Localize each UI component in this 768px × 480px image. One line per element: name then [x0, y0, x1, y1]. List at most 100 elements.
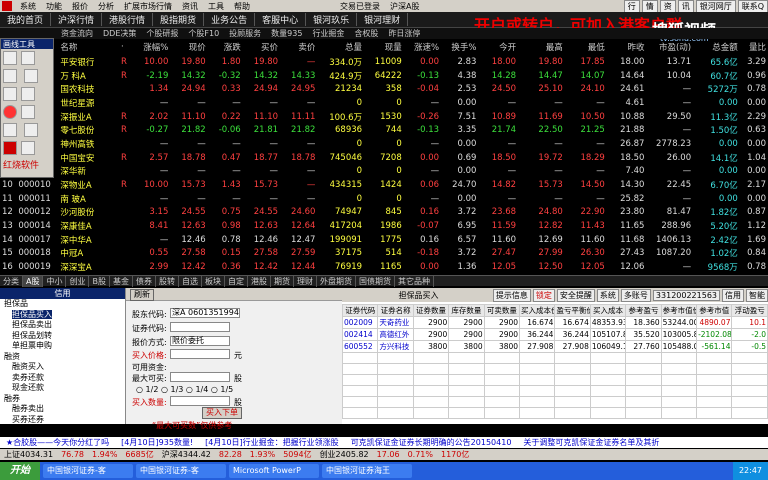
column-header[interactable]: 涨跌	[208, 40, 243, 54]
tree-item[interactable]: 融资	[0, 352, 125, 363]
nav-finance[interactable]: 银河理财	[357, 13, 409, 26]
menu-tools[interactable]: 工具	[203, 1, 229, 12]
lock-button[interactable]: 锁定	[532, 288, 555, 302]
account-select[interactable]: 深A 0601351994	[170, 308, 240, 318]
sub-tab[interactable]: 数量935	[266, 28, 307, 39]
online-hall-button[interactable]: 银河网厅	[695, 0, 736, 13]
quote-button[interactable]: 行	[623, 0, 640, 13]
qty-input[interactable]	[170, 396, 230, 406]
position-row[interactable]: 002009 天奇药业 2900 2900 2900 16.674 16.674 48353.…	[341, 316, 768, 329]
task-item[interactable]: 中国银河证券-客	[136, 464, 226, 478]
start-button[interactable]: 开始	[0, 462, 40, 480]
nav-futures[interactable]: 股指期货	[153, 13, 205, 26]
ratio-third[interactable]: 1/3	[170, 385, 183, 394]
positions-column-header[interactable]: 可卖数量	[483, 304, 521, 317]
text-icon[interactable]	[3, 123, 17, 137]
market-tab[interactable]: 分类	[0, 275, 23, 287]
sub-tab[interactable]: DDE决策	[98, 28, 141, 39]
rect-icon[interactable]	[21, 87, 35, 101]
market-tab[interactable]: 基金	[110, 275, 133, 287]
tree-item[interactable]: 担保品划转	[0, 331, 125, 342]
column-header[interactable]: 现量	[364, 40, 404, 54]
column-header[interactable]: 现价	[170, 40, 207, 54]
positions-column-header[interactable]: 参考市值价格	[660, 304, 698, 317]
quote-row[interactable]: 1000001平安银行R10.0019.801.8019.80—334.0万11…	[0, 55, 768, 69]
quote-row[interactable]: 7000007神州高铁—————00—0.00———26.872778.230.…	[0, 137, 768, 151]
quote-row[interactable]: 8000008中国宝安R2.5718.780.4718.7718.7874504…	[0, 151, 768, 165]
account-number[interactable]: 331200221563	[652, 289, 720, 301]
market-tab[interactable]: 自定	[225, 275, 248, 287]
market-tab[interactable]: 自选	[179, 275, 202, 287]
positions-column-header[interactable]: 参考市值	[696, 304, 733, 317]
sub-tab[interactable]: 投顾服务	[224, 28, 266, 39]
ray-icon[interactable]	[23, 69, 38, 83]
sub-tab[interactable]: 个股F10	[183, 28, 224, 39]
quote-row[interactable]: 14 000017 深中华A — 12.46 0.78 12.46 12.47 199091 17…	[0, 233, 768, 247]
tree-item[interactable]: 融券	[0, 394, 125, 405]
menu-function[interactable]: 功能	[41, 1, 67, 12]
ratio-options[interactable]: ○ 1/2 ○ 1/3 ○ 1/4 ○ 1/5	[136, 385, 233, 394]
circle-icon[interactable]	[3, 105, 17, 119]
quote-button-2[interactable]: 情	[641, 0, 658, 13]
close-icon[interactable]	[21, 51, 35, 65]
save-icon[interactable]	[23, 123, 38, 137]
column-header[interactable]: 最高	[518, 40, 565, 54]
column-header[interactable]: 今开	[478, 40, 518, 54]
hint-button[interactable]: 提示信息	[492, 288, 531, 302]
arrow-icon[interactable]	[3, 87, 17, 101]
market-tab[interactable]: B股	[89, 275, 110, 287]
menu-system[interactable]: 系统	[15, 1, 41, 12]
column-header[interactable]: 换手%	[441, 40, 478, 54]
tree-item[interactable]: 现金还款	[0, 383, 125, 394]
positions-column-header[interactable]: 浮动盈亏	[731, 304, 768, 317]
account-type[interactable]: 信用	[722, 288, 744, 302]
menu-analysis[interactable]: 分析	[93, 1, 119, 12]
column-header[interactable]: 昨收	[607, 40, 647, 54]
nav-notice[interactable]: 业务公告	[204, 13, 256, 26]
account-name[interactable]: 智能	[746, 288, 768, 302]
column-header[interactable]: 名称	[58, 40, 119, 54]
menu-help[interactable]: 帮助	[229, 1, 255, 12]
delete-icon[interactable]	[21, 141, 35, 155]
sub-tab[interactable]: 资金流向	[56, 28, 98, 39]
color-icon[interactable]	[3, 141, 17, 155]
ticker-item[interactable]: 关于调整可克凯保证金证券名单及其折	[517, 437, 665, 448]
market-tab[interactable]: 理财	[294, 275, 317, 287]
tree-item[interactable]: 担保品	[0, 299, 125, 310]
market-tab[interactable]: 外盘期货	[317, 275, 356, 287]
market-tab[interactable]: 板块	[202, 275, 225, 287]
market-tab[interactable]: 创业	[66, 275, 90, 287]
sub-tab[interactable]: 含权股	[349, 28, 383, 39]
menu-news[interactable]: 资讯	[177, 1, 203, 12]
line-icon[interactable]	[3, 69, 17, 83]
type-select[interactable]: 限价委托	[170, 336, 230, 346]
quote-row[interactable]: 9000009深华新—————00—0.00———7.40—0.000.00	[0, 165, 768, 179]
news-button[interactable]: 资	[659, 0, 676, 13]
tree-item[interactable]: 单担票申购	[0, 341, 125, 352]
positions-column-header[interactable]: 参考盈亏	[625, 304, 662, 317]
tree-item[interactable]: 担保品买入	[0, 309, 125, 321]
task-item[interactable]: 中国银河证券海王	[322, 464, 412, 478]
quote-row[interactable]: 16 000019 深深宝A 2.99 12.42 0.36 12.42 12.44 76919…	[0, 260, 768, 274]
column-header[interactable]: 买价	[243, 40, 280, 54]
menu-extended[interactable]: 扩展市场行情	[119, 1, 177, 12]
system-button[interactable]: 系统	[596, 288, 619, 302]
market-tab[interactable]: A股	[23, 275, 44, 287]
tree-item[interactable]: 买券还券	[0, 415, 125, 426]
market-tab[interactable]: 债券	[133, 275, 156, 287]
column-header[interactable]: ·	[119, 40, 131, 54]
column-header[interactable]: 最低	[565, 40, 607, 54]
refresh-button[interactable]: 刷新	[130, 289, 154, 301]
positions-column-header[interactable]: 买入成本	[589, 304, 627, 317]
ticker-item[interactable]: [4月10日]行业掘金：把握行业领涨股	[199, 437, 345, 448]
ratio-half[interactable]: 1/2	[146, 385, 159, 394]
market-tab[interactable]: 港股	[248, 275, 271, 287]
positions-column-header[interactable]: 证券代码	[341, 304, 379, 317]
quote-row[interactable]: 5000005深振业AR2.0211.100.2211.1011.11100.6…	[0, 110, 768, 124]
quote-row[interactable]: 6000006零七股份R-0.2721.82-0.0621.8121.82689…	[0, 123, 768, 137]
tree-item[interactable]: 融券卖出	[0, 404, 125, 415]
ratio-fifth[interactable]: 1/5	[220, 385, 233, 394]
positions-column-header[interactable]: 证券数量	[412, 304, 450, 317]
quote-row[interactable]: 10 000010 深物业A R 10.00 15.73 1.43 15.73 — 434315 1…	[0, 178, 768, 192]
quote-row[interactable]: 15 000018 中冠A 0.55 27.58 0.15 27.58 27.59 37175 5…	[0, 247, 768, 261]
